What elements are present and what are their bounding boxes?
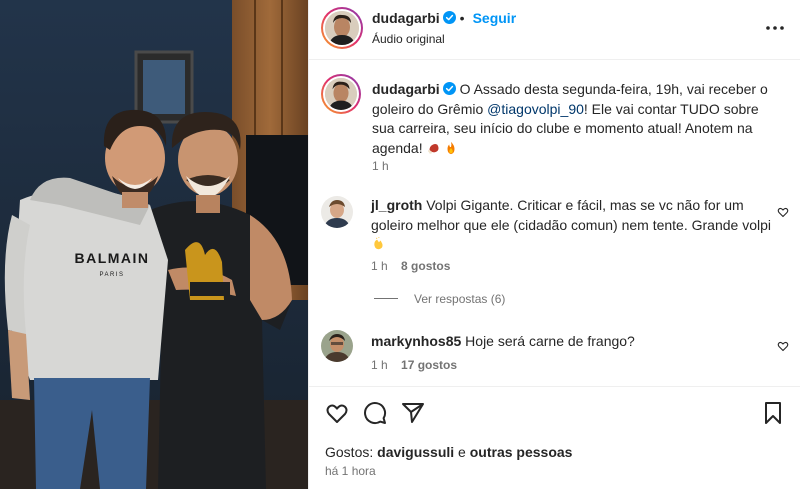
- header-separator: •: [459, 10, 465, 26]
- comment-body: Volpi Gigante. Criticar e fácil, mas se …: [371, 197, 772, 233]
- post-photo[interactable]: BALMAIN PARIS: [0, 0, 308, 489]
- caption-avatar-image: [325, 78, 357, 110]
- replies-line: [374, 298, 398, 299]
- comment-text: markynhos85 Hoje será carne de frango?: [371, 332, 771, 352]
- share-icon[interactable]: [401, 401, 425, 425]
- fire-emoji: [447, 141, 455, 154]
- comment-meta: 1 h 8 gostos: [371, 259, 460, 273]
- comment-text: jl_groth Volpi Gigante. Criticar e fácil…: [371, 196, 771, 255]
- comment-body: Hoje será carne de frango?: [465, 333, 635, 349]
- post-photo-illustration: BALMAIN PARIS: [0, 0, 308, 489]
- heart-icon[interactable]: [325, 401, 349, 425]
- bookmark-icon[interactable]: [761, 401, 785, 425]
- comment-meta: 1 h 17 gostos: [371, 358, 467, 372]
- comment-likes[interactable]: 17 gostos: [401, 358, 457, 372]
- likes-conj: e: [454, 444, 470, 460]
- comment-like-heart-icon[interactable]: [777, 340, 789, 352]
- author-avatar-image: [325, 11, 359, 45]
- likes-summary: Gostos: davigussuli e outras pessoas: [325, 444, 572, 460]
- shirt-sub-text: PARIS: [99, 272, 124, 278]
- verified-badge-icon: [442, 82, 456, 95]
- clapping-hands-emoji: [374, 237, 383, 250]
- comment-time[interactable]: 1 h: [371, 358, 388, 372]
- post-timestamp[interactable]: há 1 hora: [325, 464, 376, 478]
- author-avatar[interactable]: [321, 7, 363, 49]
- verified-badge-icon: [442, 11, 456, 24]
- caption-username[interactable]: dudagarbi: [372, 81, 440, 97]
- comment-like-heart-icon[interactable]: [777, 206, 789, 218]
- caption-author-avatar[interactable]: [321, 74, 361, 114]
- comment-avatar-image: [321, 330, 353, 362]
- comment-icon[interactable]: [363, 401, 387, 425]
- comment-avatar[interactable]: [321, 330, 353, 362]
- caption-mention-link[interactable]: @tiagovolpi_90: [487, 101, 584, 117]
- post-header: dudagarbi • Seguir Áudio original: [309, 0, 800, 60]
- comment-username[interactable]: markynhos85: [371, 333, 461, 349]
- caption-time[interactable]: 1 h: [372, 159, 389, 173]
- audio-label[interactable]: Áudio original: [372, 32, 445, 46]
- follow-button[interactable]: Seguir: [473, 10, 517, 26]
- meat-on-bone-emoji: [427, 143, 438, 154]
- view-replies-button[interactable]: Ver respostas (6): [374, 292, 505, 306]
- comment-likes[interactable]: 8 gostos: [401, 259, 450, 273]
- comment-avatar-image: [321, 196, 353, 228]
- header-line: dudagarbi • Seguir: [372, 10, 516, 26]
- more-options-icon[interactable]: [765, 20, 785, 36]
- caption-text: dudagarbi O Assado desta segunda-feira, …: [372, 80, 782, 158]
- comment-username[interactable]: jl_groth: [371, 197, 422, 213]
- likes-prefix: Gostos:: [325, 444, 378, 460]
- shirt-brand-text: BALMAIN: [74, 250, 149, 266]
- comment-avatar[interactable]: [321, 196, 353, 228]
- instagram-post-view: BALMAIN PARIS dudagarbi • Seguir Áudio o…: [0, 0, 800, 489]
- likes-user-link[interactable]: davigussuli: [377, 444, 454, 460]
- post-actions-bar: Gostos: davigussuli e outras pessoas há …: [309, 386, 800, 489]
- author-username[interactable]: dudagarbi: [372, 10, 440, 26]
- likes-others-link[interactable]: outras pessoas: [470, 444, 573, 460]
- comment-time[interactable]: 1 h: [371, 259, 388, 273]
- view-replies-label: Ver respostas (6): [414, 292, 506, 306]
- post-details-panel: dudagarbi • Seguir Áudio original dudaga…: [308, 0, 800, 489]
